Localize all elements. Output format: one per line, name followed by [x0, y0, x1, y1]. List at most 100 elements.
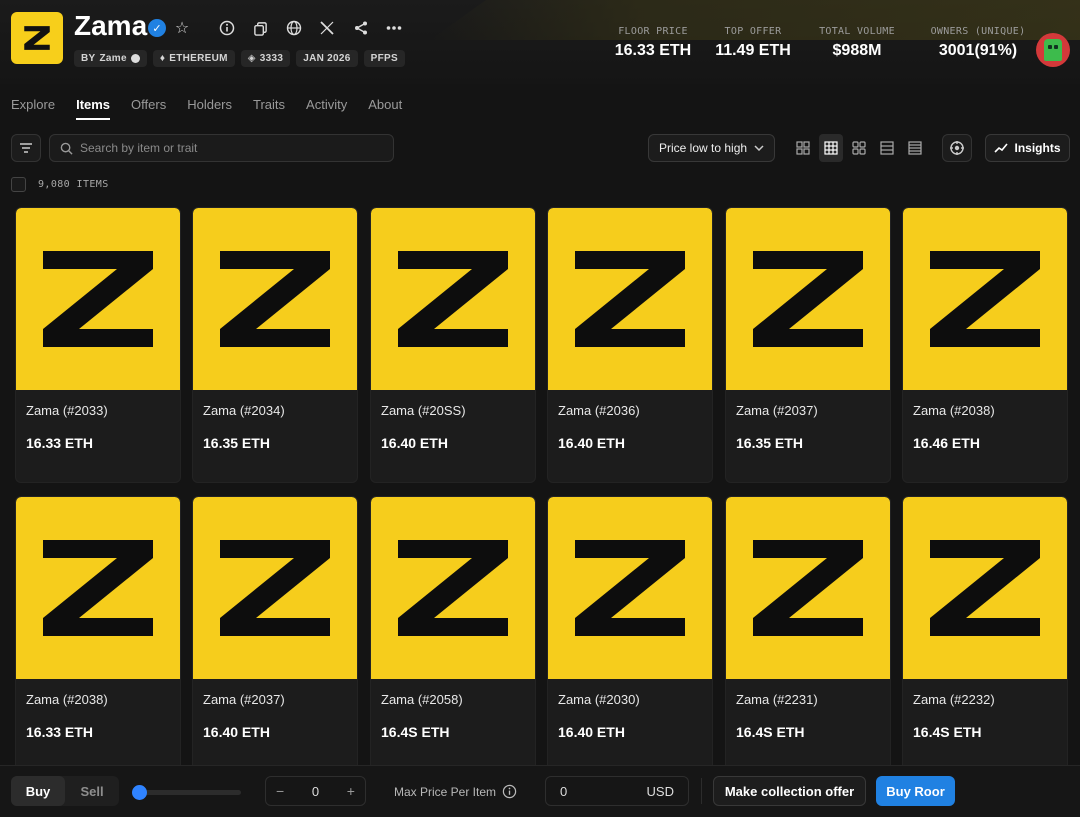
view-large-grid-button[interactable]: [847, 134, 871, 162]
nft-name: Zama (#2058): [381, 692, 463, 707]
nft-image[interactable]: [903, 497, 1067, 679]
max-price-value[interactable]: 0: [560, 784, 567, 799]
stat-label: FLOOR PRICE: [618, 26, 688, 37]
max-price-label: Max Price Per Item: [394, 784, 517, 799]
nft-image[interactable]: [16, 497, 180, 679]
sort-dropdown[interactable]: Price low to high: [648, 134, 775, 162]
decrement-button[interactable]: −: [276, 783, 284, 799]
tab-offers[interactable]: Offers: [131, 97, 166, 118]
nft-card[interactable]: Zama (#2036) 16.40 ETH: [547, 207, 713, 483]
stat-floor-price: FLOOR PRICE 16.33 ETH: [608, 26, 698, 60]
nft-name: Zama (#2232): [913, 692, 995, 707]
tab-about[interactable]: About: [368, 97, 402, 118]
nft-price: 16.40 ETH: [558, 435, 625, 451]
copy-icon[interactable]: [249, 17, 271, 39]
collection-tabs: Explore Items Offers Holders Traits Acti…: [11, 97, 423, 120]
nft-card[interactable]: Zama (#2058) 16.4S ETH: [370, 496, 536, 772]
nft-price: 16.40 ETH: [558, 724, 625, 740]
quantity-slider[interactable]: [132, 785, 241, 800]
x-twitter-icon[interactable]: [316, 17, 338, 39]
sweep-icon: [950, 141, 964, 155]
nft-card[interactable]: Zama (#2232) 16.4S ETH: [902, 496, 1068, 772]
star-icon[interactable]: ☆: [171, 17, 193, 39]
sell-toggle[interactable]: Sell: [65, 776, 119, 806]
select-all-checkbox[interactable]: [11, 177, 26, 192]
collection-logo: [11, 12, 63, 64]
max-price-input[interactable]: 0 USD: [545, 776, 689, 806]
z-logo-icon: [930, 540, 1040, 636]
collection-header: Zama ✓ ☆ BY Zame ♦ ETHEREUM ◈ 3333 JAN 2…: [0, 0, 1080, 84]
avatar-figure-icon: [1044, 39, 1062, 61]
search-input[interactable]: [80, 141, 380, 155]
nft-price: 16.4S ETH: [736, 724, 805, 740]
nft-image[interactable]: [903, 208, 1067, 390]
nft-name: Zama (#2033): [26, 403, 108, 418]
z-logo-icon: [220, 540, 330, 636]
nft-card[interactable]: Zama (#2030) 16.40 ETH: [547, 496, 713, 772]
tab-activity[interactable]: Activity: [306, 97, 347, 118]
increment-button[interactable]: +: [347, 783, 355, 799]
nft-price: 16.40 ETH: [381, 435, 448, 451]
quantity-value[interactable]: 0: [312, 784, 319, 799]
nft-image[interactable]: [193, 208, 357, 390]
z-logo-icon: [575, 251, 685, 347]
z-logo-icon: [930, 251, 1040, 347]
nft-name: Zama (#20SS): [381, 403, 466, 418]
nft-card[interactable]: Zama (#2034) 16.35 ETH: [192, 207, 358, 483]
info-icon[interactable]: [216, 17, 238, 39]
currency-label: USD: [646, 783, 674, 799]
item-count-row: 9,080 ITEMS: [11, 177, 109, 192]
stat-value: 3001(91%): [938, 42, 1018, 59]
search-bar[interactable]: [49, 134, 394, 162]
nft-image[interactable]: [548, 497, 712, 679]
view-table-button[interactable]: [903, 134, 927, 162]
nft-image[interactable]: [193, 497, 357, 679]
z-logo-icon: [43, 251, 153, 347]
z-logo-icon: [24, 26, 50, 50]
more-options-icon[interactable]: [383, 17, 405, 39]
chain-tag: ♦ ETHEREUM: [152, 50, 235, 67]
nft-price: 16.35 ETH: [736, 435, 803, 451]
globe-icon[interactable]: [283, 17, 305, 39]
stat-value: $988M: [832, 42, 882, 59]
nft-card[interactable]: Zama (#2037) 16.35 ETH: [725, 207, 891, 483]
nft-image[interactable]: [371, 208, 535, 390]
slider-knob[interactable]: [132, 785, 148, 800]
insights-button[interactable]: Insights: [985, 134, 1070, 162]
tab-traits[interactable]: Traits: [253, 97, 285, 118]
nft-card[interactable]: Zama (#2231) 16.4S ETH: [725, 496, 891, 772]
nft-card[interactable]: Zama (#2033) 16.33 ETH: [15, 207, 181, 483]
make-collection-offer-button[interactable]: Make collection offer: [713, 776, 866, 806]
buy-toggle[interactable]: Buy: [11, 776, 65, 806]
tab-items[interactable]: Items: [76, 97, 110, 120]
supply-tag: ◈ 3333: [240, 50, 291, 67]
nft-image[interactable]: [371, 497, 535, 679]
max-price-text: Max Price Per Item: [394, 784, 497, 799]
stat-value: 16.33 ETH: [614, 42, 692, 59]
category-tag[interactable]: PFPS: [363, 50, 405, 67]
nft-card[interactable]: Zama (#2038) 16.46 ETH: [902, 207, 1068, 483]
sweep-button[interactable]: [942, 134, 972, 162]
tab-holders[interactable]: Holders: [187, 97, 232, 118]
view-mode-toggles: [791, 134, 927, 162]
table-icon: [908, 141, 922, 155]
nft-image[interactable]: [548, 208, 712, 390]
view-grid-button[interactable]: [819, 134, 843, 162]
filter-button[interactable]: [11, 134, 41, 162]
nft-image[interactable]: [726, 497, 890, 679]
nft-card[interactable]: Zama (#20SS) 16.40 ETH: [370, 207, 536, 483]
tab-explore[interactable]: Explore: [11, 97, 55, 118]
user-avatar[interactable]: [1036, 33, 1070, 67]
info-circle-icon[interactable]: [502, 784, 517, 799]
creator-tag[interactable]: BY Zame: [74, 50, 147, 67]
nft-card[interactable]: Zama (#2037) 16.40 ETH: [192, 496, 358, 772]
view-list-button[interactable]: [875, 134, 899, 162]
nft-card[interactable]: Zama (#2038) 16.33 ETH: [15, 496, 181, 772]
view-small-grid-button[interactable]: [791, 134, 815, 162]
nft-image[interactable]: [726, 208, 890, 390]
item-count: 9,080 ITEMS: [38, 179, 109, 190]
share-icon[interactable]: [350, 17, 372, 39]
stat-value: 11.49 ETH: [715, 42, 791, 59]
nft-image[interactable]: [16, 208, 180, 390]
buy-floor-button[interactable]: Buy Roor: [876, 776, 955, 806]
